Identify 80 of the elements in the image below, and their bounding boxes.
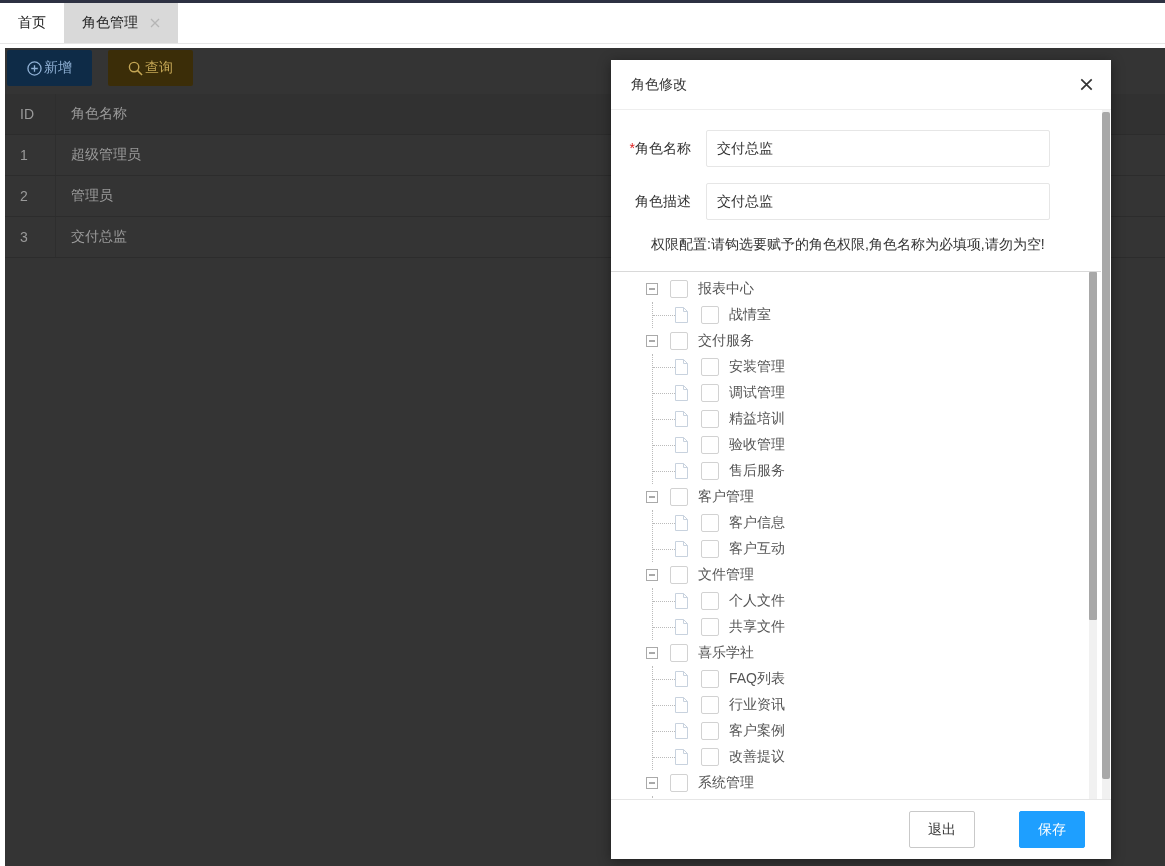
file-icon [675,411,688,427]
file-icon [675,619,688,635]
tree-item-label[interactable]: 调试管理 [729,384,785,402]
table-cell: 1 [5,134,56,176]
tree-item-label[interactable]: 系统管理 [698,774,754,792]
checkbox[interactable] [701,540,719,558]
tab[interactable]: 首页 [0,3,64,43]
search-button[interactable]: 查询 [108,50,193,86]
collapse-icon[interactable] [646,335,658,347]
collapse-icon[interactable] [646,491,658,503]
tree-item-label[interactable]: 文件管理 [698,566,754,584]
tree-item-label[interactable]: 报表中心 [698,280,754,298]
checkbox[interactable] [701,436,719,454]
checkbox[interactable] [701,462,719,480]
tree-item-label[interactable]: 改善提议 [729,748,785,766]
checkbox[interactable] [670,280,688,298]
table-cell: 3 [5,216,56,258]
field-label: *角色名称 [628,139,692,158]
tree-item-label[interactable]: 共享文件 [729,618,785,636]
file-icon [675,541,688,557]
field-label: 角色描述 [634,192,692,211]
checkbox[interactable] [670,644,688,662]
checkbox[interactable] [701,696,719,714]
file-icon [675,359,688,375]
column-header: ID [5,94,56,135]
dialog-title: 角色修改 [631,75,687,94]
tree-item-label[interactable]: 客户互动 [729,540,785,558]
scrollbar[interactable] [1089,272,1097,799]
tree-item-label[interactable]: 个人文件 [729,592,785,610]
file-icon [675,671,688,687]
tree-item-label[interactable]: 战情室 [729,306,771,324]
file-icon [675,593,688,609]
close-icon[interactable] [1080,78,1093,91]
checkbox[interactable] [670,774,688,792]
tab[interactable]: 角色管理 [64,3,178,43]
tree-item-label[interactable]: 喜乐学社 [698,644,754,662]
plus-circle-icon [27,60,42,76]
search-icon [128,60,143,76]
checkbox[interactable] [701,306,719,324]
file-icon [675,307,688,323]
checkbox[interactable] [701,748,719,766]
exit-button[interactable]: 退出 [909,811,975,848]
checkbox[interactable] [670,488,688,506]
file-icon [675,385,688,401]
tree-item-label[interactable]: 验收管理 [729,436,785,454]
checkbox[interactable] [701,670,719,688]
checkbox[interactable] [670,332,688,350]
table-cell: 2 [5,175,56,217]
checkbox[interactable] [701,410,719,428]
file-icon [675,515,688,531]
tree-item-label[interactable]: 精益培训 [729,410,785,428]
checkbox[interactable] [701,358,719,376]
checkbox[interactable] [670,566,688,584]
checkbox[interactable] [701,618,719,636]
hint-text: 权限配置:请钩选要赋予的角色权限,角色名称为必填项,请勿为空! [651,236,1046,254]
tree-item-label[interactable]: 交付服务 [698,332,754,350]
tree-item-label[interactable]: 安装管理 [729,358,785,376]
tree-item-label[interactable]: 售后服务 [729,462,785,480]
file-icon [675,723,688,739]
file-icon [675,437,688,453]
checkbox[interactable] [701,722,719,740]
tree-item-label[interactable]: FAQ列表 [729,670,785,688]
checkbox[interactable] [701,592,719,610]
tree-item-label[interactable]: 行业资讯 [729,696,785,714]
input-field[interactable]: 交付总监 [706,183,1050,220]
checkbox[interactable] [701,384,719,402]
file-icon [675,749,688,765]
tree-item-label[interactable]: 客户信息 [729,514,785,532]
scrollbar[interactable] [1102,110,1110,799]
add-button[interactable]: 新增 [7,50,92,86]
input-field[interactable]: 交付总监 [706,130,1050,167]
collapse-icon[interactable] [646,569,658,581]
collapse-icon[interactable] [646,777,658,789]
tree-item-label[interactable]: 客户案例 [729,722,785,740]
file-icon [675,697,688,713]
checkbox[interactable] [701,514,719,532]
collapse-icon[interactable] [646,647,658,659]
file-icon [675,463,688,479]
collapse-icon[interactable] [646,283,658,295]
tree-item-label[interactable]: 客户管理 [698,488,754,506]
